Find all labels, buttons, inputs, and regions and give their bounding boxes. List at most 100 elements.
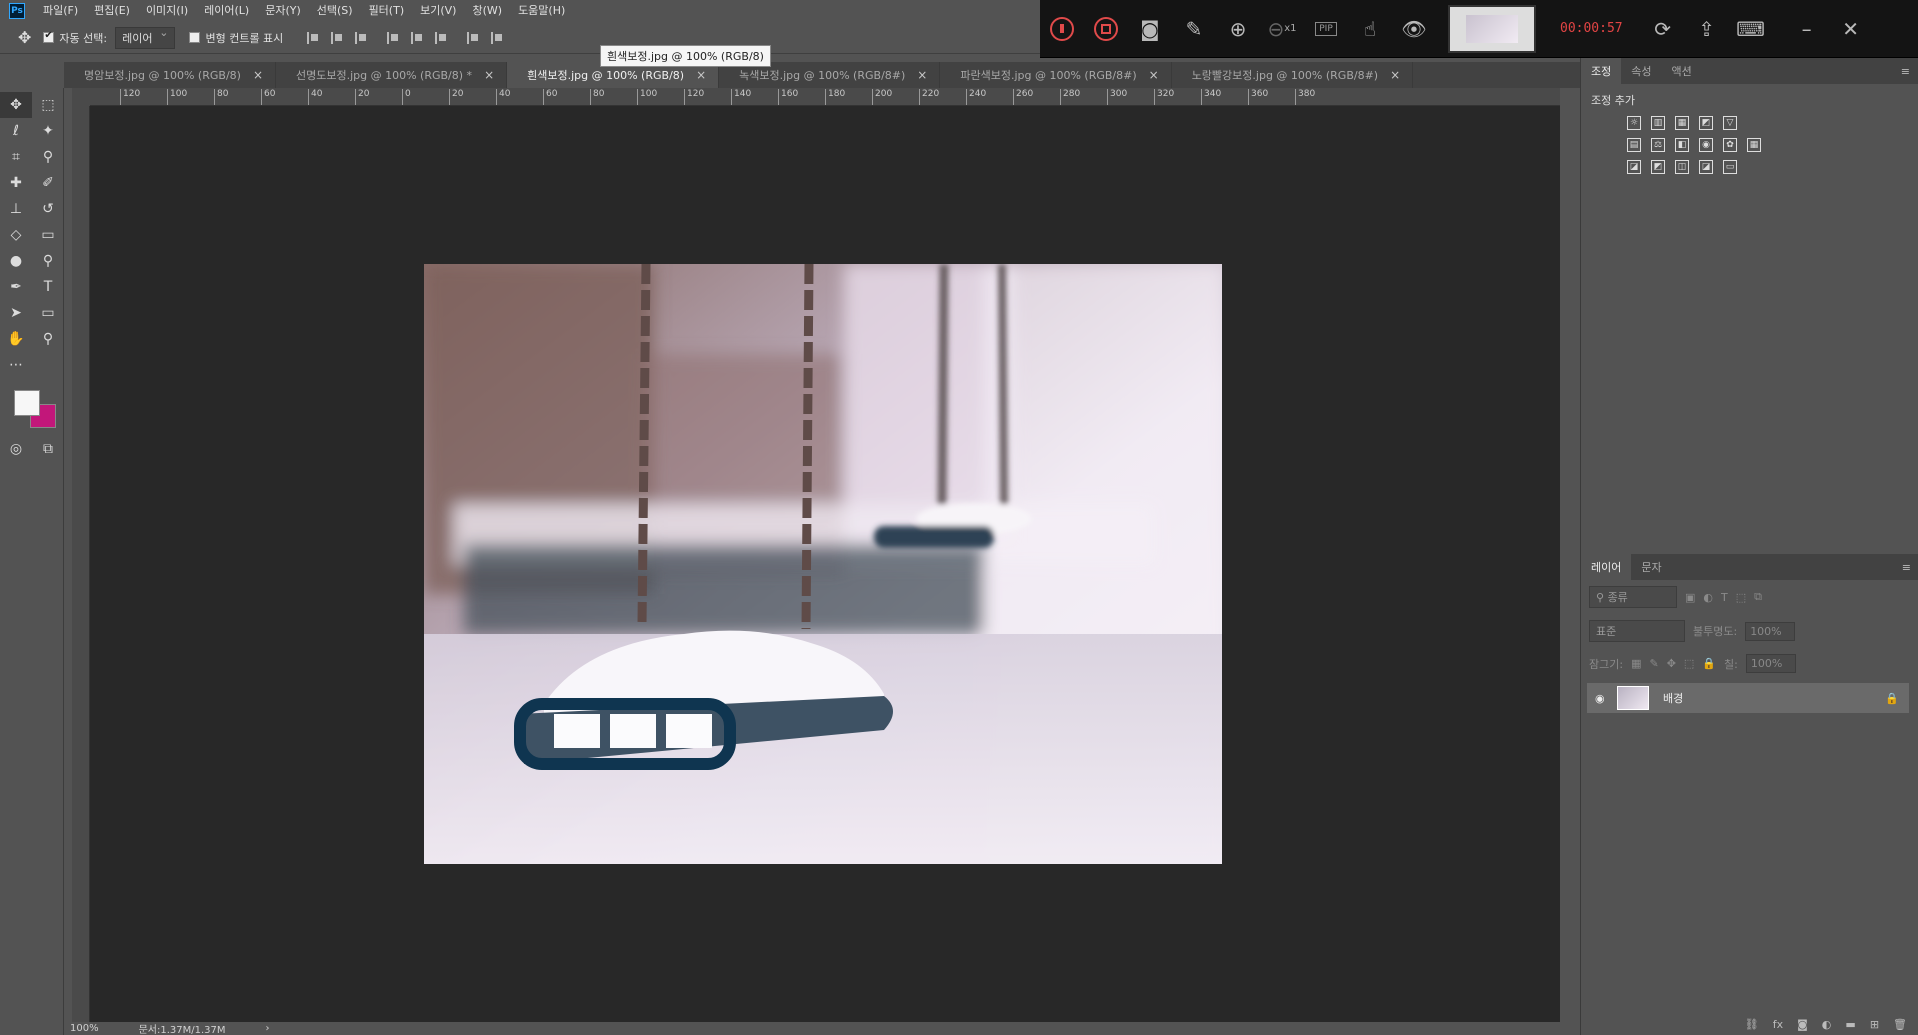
distribute-top-icon[interactable] — [467, 31, 479, 44]
align-bottom-icon[interactable] — [355, 31, 367, 44]
refresh-icon[interactable]: ⟳ — [1641, 7, 1685, 51]
zoom-out-icon[interactable]: ⊖ x1 — [1260, 7, 1304, 51]
color-lookup-icon[interactable]: ▦ — [1747, 138, 1761, 152]
history-brush-icon[interactable]: ↺ — [32, 196, 64, 222]
filter-smart-object-icon[interactable]: ⧉ — [1754, 590, 1762, 604]
posterize-icon[interactable]: ◩ — [1651, 160, 1665, 174]
add-mask-icon[interactable]: ◙ — [1797, 1018, 1808, 1031]
rectangle-tool-icon[interactable]: ▭ — [32, 300, 64, 326]
more-tools-icon[interactable]: ⋯ — [0, 352, 32, 378]
align-middle-icon[interactable] — [331, 31, 343, 44]
document-tab[interactable]: 노랑빨강보정.jpg @ 100% (RGB/8#) × — [1172, 62, 1414, 88]
auto-select-checkbox[interactable] — [43, 30, 55, 43]
pencil-draw-icon[interactable]: ✎ — [1172, 7, 1216, 51]
menu-item[interactable]: 이미지(I) — [138, 0, 196, 22]
layer-filter-kind[interactable]: ⚲ 종류 — [1589, 586, 1677, 608]
menu-item[interactable]: 선택(S) — [309, 0, 361, 22]
filter-type-icon[interactable]: T — [1721, 591, 1728, 604]
lasso-tool-icon[interactable]: ℓ — [0, 118, 32, 144]
menu-item[interactable]: 보기(V) — [412, 0, 464, 22]
tab-layers[interactable]: 레이어 — [1581, 554, 1632, 580]
distribute-middle-icon[interactable] — [491, 31, 503, 44]
vibrance-icon[interactable]: ▽ — [1723, 116, 1737, 130]
status-zoom[interactable]: 100% — [70, 1023, 99, 1034]
quick-mask-icon[interactable]: ◎ — [0, 436, 32, 462]
align-right-icon[interactable] — [435, 31, 447, 44]
tab-character[interactable]: 문자 — [1631, 554, 1671, 580]
gradient-tool-icon[interactable]: ▭ — [32, 222, 64, 248]
close-tab-icon[interactable]: × — [1390, 68, 1400, 82]
close-tab-icon[interactable]: × — [484, 68, 494, 82]
layer-row-background[interactable]: ◉ 배경 🔒 — [1587, 683, 1909, 713]
zoom-tool-icon[interactable]: ⚲ — [32, 326, 64, 352]
new-layer-icon[interactable]: ⊞ — [1870, 1018, 1879, 1031]
brush-tool-icon[interactable]: ✐ — [32, 170, 64, 196]
move-tool-icon[interactable]: ✥ — [0, 92, 32, 118]
curves-icon[interactable]: ▦ — [1675, 116, 1689, 130]
magic-wand-icon[interactable]: ✦ — [32, 118, 64, 144]
transform-controls-checkbox[interactable] — [189, 32, 201, 43]
delete-layer-icon[interactable]: 🗑 — [1893, 1018, 1907, 1031]
menu-item[interactable]: 편집(E) — [86, 0, 138, 22]
eraser-icon[interactable]: ◇ — [0, 222, 32, 248]
close-tab-icon[interactable]: × — [1149, 68, 1159, 82]
pip-button[interactable]: PIP — [1304, 7, 1348, 51]
status-arrow-icon[interactable]: › — [266, 1023, 270, 1034]
menu-item[interactable]: 레이어(L) — [196, 0, 257, 22]
align-top-icon[interactable] — [307, 31, 319, 44]
document-tab[interactable]: 파란색보정.jpg @ 100% (RGB/8#) × — [940, 62, 1172, 88]
filter-shape-icon[interactable]: ⬚ — [1736, 591, 1746, 604]
marquee-tool-icon[interactable]: ⬚ — [32, 92, 64, 118]
close-tab-icon[interactable]: × — [917, 68, 927, 82]
menu-item[interactable]: 창(W) — [464, 0, 510, 22]
levels-icon[interactable]: ▥ — [1651, 116, 1665, 130]
filter-pixel-icon[interactable]: ▣ — [1685, 591, 1695, 604]
new-group-icon[interactable]: ▬ — [1845, 1018, 1855, 1031]
tab-actions[interactable]: 액션 — [1662, 58, 1702, 84]
document-tab[interactable]: 명암보정.jpg @ 100% (RGB/8) × — [64, 62, 276, 88]
channel-mixer-icon[interactable]: ✿ — [1723, 138, 1737, 152]
recording-preview-thumbnail[interactable] — [1448, 4, 1536, 53]
tab-adjustments[interactable]: 조정 — [1581, 58, 1622, 84]
layers-menu-icon[interactable]: ≡ — [1902, 554, 1918, 580]
pause-record-button[interactable] — [1040, 7, 1084, 51]
color-balance-icon[interactable]: ⚖ — [1651, 138, 1665, 152]
link-layers-icon[interactable]: ⛓ — [1745, 1018, 1759, 1031]
keyboard-icon[interactable]: ⌨ — [1729, 7, 1773, 51]
minimize-icon[interactable]: – — [1785, 7, 1829, 51]
menu-item[interactable]: 문자(Y) — [257, 0, 309, 22]
menu-item[interactable]: 파일(F) — [35, 0, 86, 22]
path-selection-icon[interactable]: ➤ — [0, 300, 32, 326]
photo-filter-icon[interactable]: ◉ — [1699, 138, 1713, 152]
close-icon[interactable]: ✕ — [1829, 7, 1873, 51]
close-tab-icon[interactable]: × — [696, 68, 706, 82]
gradient-map-icon[interactable]: ▭ — [1723, 160, 1737, 174]
menu-item[interactable]: 도움말(H) — [510, 0, 573, 22]
layer-style-fx-icon[interactable]: fx — [1773, 1018, 1783, 1031]
zoom-in-icon[interactable]: ⊕ — [1216, 7, 1260, 51]
black-white-icon[interactable]: ◧ — [1675, 138, 1689, 152]
selective-color-icon[interactable]: ◪ — [1699, 160, 1713, 174]
clone-stamp-icon[interactable]: ⊥ — [0, 196, 32, 222]
tab-properties[interactable]: 속성 — [1621, 58, 1661, 84]
fill-field[interactable]: 100% — [1745, 654, 1796, 673]
foreground-color-swatch[interactable] — [14, 390, 40, 416]
screen-mode-icon[interactable]: ⧉ — [32, 436, 64, 462]
screenshot-camera-icon[interactable]: ◙ — [1128, 7, 1172, 51]
align-center-icon[interactable] — [411, 31, 423, 44]
lock-pixels-icon[interactable]: ✎ — [1649, 657, 1658, 670]
lock-artboard-icon[interactable]: ⬚ — [1684, 657, 1694, 670]
menu-item[interactable]: 필터(T) — [361, 0, 413, 22]
eyedropper-icon[interactable]: ⚲ — [32, 144, 64, 170]
crop-tool-icon[interactable]: ⌗ — [0, 144, 32, 170]
layer-visibility-eye-icon[interactable]: ◉ — [1595, 692, 1609, 705]
move-tool-icon[interactable]: ✥ — [18, 28, 31, 47]
lock-transparent-icon[interactable]: ▦ — [1631, 657, 1641, 670]
align-left-icon[interactable] — [387, 31, 399, 44]
filter-adjustment-icon[interactable]: ◐ — [1703, 591, 1713, 604]
hand-tool-icon[interactable]: ✋ — [0, 326, 32, 352]
blur-tool-icon[interactable]: ● — [0, 248, 32, 274]
pen-tool-icon[interactable]: ✒ — [0, 274, 32, 300]
export-icon[interactable]: ⇪ — [1685, 7, 1729, 51]
document-image[interactable] — [424, 264, 1222, 864]
